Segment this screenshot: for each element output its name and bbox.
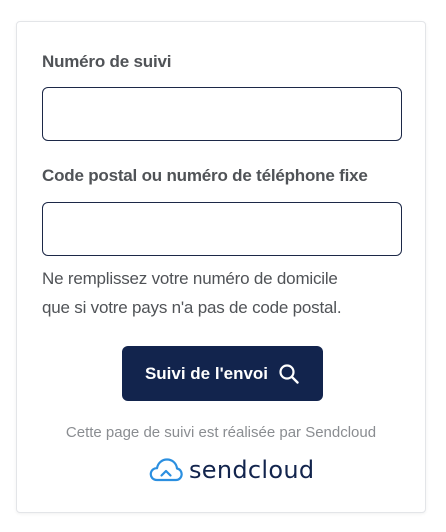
sendcloud-logo[interactable]: sendcloud — [149, 454, 314, 486]
search-icon — [278, 363, 300, 385]
helper-text-line-2: que si votre pays n'a pas de code postal… — [42, 298, 342, 317]
postal-code-input[interactable] — [42, 202, 402, 256]
powered-by-text: Cette page de suivi est réalisée par Sen… — [65, 424, 377, 441]
tracking-number-input[interactable] — [42, 87, 402, 141]
sendcloud-wordmark: sendcloud — [189, 456, 315, 484]
postal-code-label: Code postal ou numéro de téléphone fixe — [42, 166, 368, 185]
track-shipment-button-label: Suivi de l'envoi — [144, 363, 269, 383]
helper-text-line-1: Ne remplissez votre numéro de domicile — [42, 269, 338, 288]
tracking-card: Numéro de suivi Code postal ou numéro de… — [16, 21, 426, 513]
track-shipment-button[interactable]: Suivi de l'envoi — [122, 346, 323, 401]
tracking-number-label: Numéro de suivi — [42, 52, 172, 71]
helper-text: Ne remplissez votre numéro de domicile q… — [42, 264, 412, 322]
cloud-icon — [149, 457, 183, 483]
